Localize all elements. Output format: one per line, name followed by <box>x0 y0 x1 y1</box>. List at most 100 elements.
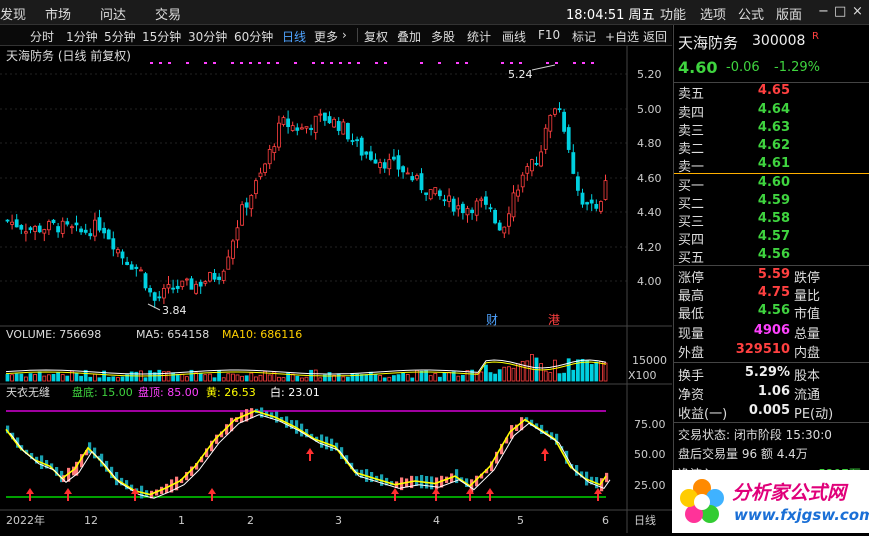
price-tick: 5.20 <box>637 68 662 81</box>
indicator-top-label: 盘顶: 85.00 <box>138 385 199 399</box>
stock-code: 300008 <box>752 33 806 49</box>
financial-report-marker[interactable]: 财 <box>486 313 498 327</box>
fund-label: 净资 <box>678 388 705 403</box>
fund-value: 1.06 <box>757 384 790 399</box>
low-price-label: 3.84 <box>162 304 187 317</box>
f10-button[interactable]: F10 <box>538 28 560 42</box>
price-tick: 4.80 <box>637 137 662 150</box>
volume-bar <box>304 376 309 382</box>
menu-layout[interactable]: 版面 <box>776 4 802 23</box>
close-icon[interactable]: × <box>852 4 863 19</box>
volume-bar <box>19 373 24 382</box>
candle-body <box>253 180 258 195</box>
period-tab-1min[interactable]: 1分钟 <box>66 28 98 45</box>
candle-body <box>74 222 79 226</box>
candle-body <box>23 231 28 234</box>
buy-arrow-head <box>391 488 399 494</box>
candle-body <box>295 127 300 131</box>
signal-dot <box>159 62 162 64</box>
volume-bar <box>506 366 511 382</box>
menu-discover[interactable]: 发现 <box>0 4 26 23</box>
mark-button[interactable]: 标记 <box>572 28 596 45</box>
minimize-icon[interactable]: − <box>818 4 829 19</box>
maximize-icon[interactable]: □ <box>834 4 846 19</box>
volume-unit: X100 <box>628 369 657 382</box>
indicator-tick: 50.00 <box>634 448 666 461</box>
menu-options[interactable]: 选项 <box>700 4 726 23</box>
clock: 18:04:51 周五 <box>566 8 655 23</box>
x-tick: 1 <box>178 514 185 527</box>
period-tab-60min[interactable]: 60分钟 <box>234 28 273 45</box>
candle-body <box>184 278 189 281</box>
volume-bar <box>571 369 576 382</box>
draw-line-button[interactable]: 画线 <box>502 28 526 45</box>
candle-body <box>37 225 42 233</box>
candle-body <box>272 146 277 153</box>
menu-wenda[interactable]: 问达 <box>100 4 126 23</box>
candle-body <box>576 176 580 191</box>
indicator-tick: 25.00 <box>634 479 666 492</box>
volume-bar <box>56 372 60 382</box>
bid-label: 买四 <box>678 233 705 248</box>
candle-body <box>530 159 534 172</box>
menu-market[interactable]: 市场 <box>45 4 71 23</box>
volume-bar <box>391 375 396 382</box>
period-tab-more[interactable]: 更多 <box>314 28 338 45</box>
candle-body <box>571 152 576 174</box>
candle-body <box>345 123 350 140</box>
bid-label: 买五 <box>678 251 705 266</box>
add-watchlist-button[interactable]: +自选 <box>605 28 639 45</box>
multi-stock-button[interactable]: 多股 <box>431 28 455 45</box>
candle-body <box>313 115 318 133</box>
candle-body <box>194 283 199 294</box>
ask-price: 4.63 <box>757 120 790 135</box>
menu-formula[interactable]: 公式 <box>738 4 764 23</box>
candle-body <box>562 111 566 132</box>
volume-bars <box>5 354 608 382</box>
signal-dot <box>339 62 342 64</box>
candle-body <box>166 284 171 289</box>
period-tab-5min[interactable]: 5分钟 <box>104 28 136 45</box>
volume-bar <box>180 373 185 382</box>
period-tab-timeshare[interactable]: 分时 <box>30 28 54 45</box>
volume-bar <box>28 373 33 382</box>
candle-body <box>470 209 475 214</box>
signal-dot <box>546 62 549 64</box>
volume-bar <box>548 372 553 382</box>
candle-body <box>424 192 429 195</box>
overlay-button[interactable]: 叠加 <box>397 28 421 45</box>
volume-bar <box>437 376 442 382</box>
volume-bar <box>249 372 254 382</box>
chevron-right-icon[interactable]: › <box>342 28 347 42</box>
back-button[interactable]: 返回 <box>643 28 667 45</box>
stat-label: 内盘 <box>794 346 821 361</box>
volume-bar <box>378 375 383 382</box>
hk-connect-marker[interactable]: 港 <box>548 313 560 327</box>
candle-body <box>520 174 525 188</box>
adjust-button[interactable]: 复权 <box>364 28 388 45</box>
candle-body <box>511 192 516 218</box>
candle-body <box>566 127 571 150</box>
candle-body <box>465 208 470 216</box>
signal-dot <box>321 62 324 64</box>
indicator-name: 天衣无缝 <box>6 385 50 399</box>
menu-trade[interactable]: 交易 <box>155 4 181 23</box>
signal-dot <box>204 62 207 64</box>
stock-chart[interactable]: 天海防务 (日线 前复权) 5.20 5.00 4.80 4.60 4.40 4… <box>0 46 672 533</box>
period-tab-30min[interactable]: 30分钟 <box>188 28 227 45</box>
candle-body <box>322 112 327 121</box>
candle-body <box>401 166 406 173</box>
candle-body <box>120 251 125 259</box>
volume-bar <box>79 375 83 382</box>
candle-body <box>116 249 120 254</box>
volume-bar <box>589 364 594 382</box>
candle-body <box>447 195 452 202</box>
menu-function[interactable]: 功能 <box>660 4 686 23</box>
stats-button[interactable]: 统计 <box>467 28 491 45</box>
period-tab-daily[interactable]: 日线 <box>282 28 306 45</box>
candle-body <box>281 117 286 125</box>
period-tab-15min[interactable]: 15分钟 <box>142 28 181 45</box>
candle-body <box>364 151 369 155</box>
candle-body <box>249 195 254 210</box>
volume-bar <box>419 370 424 382</box>
